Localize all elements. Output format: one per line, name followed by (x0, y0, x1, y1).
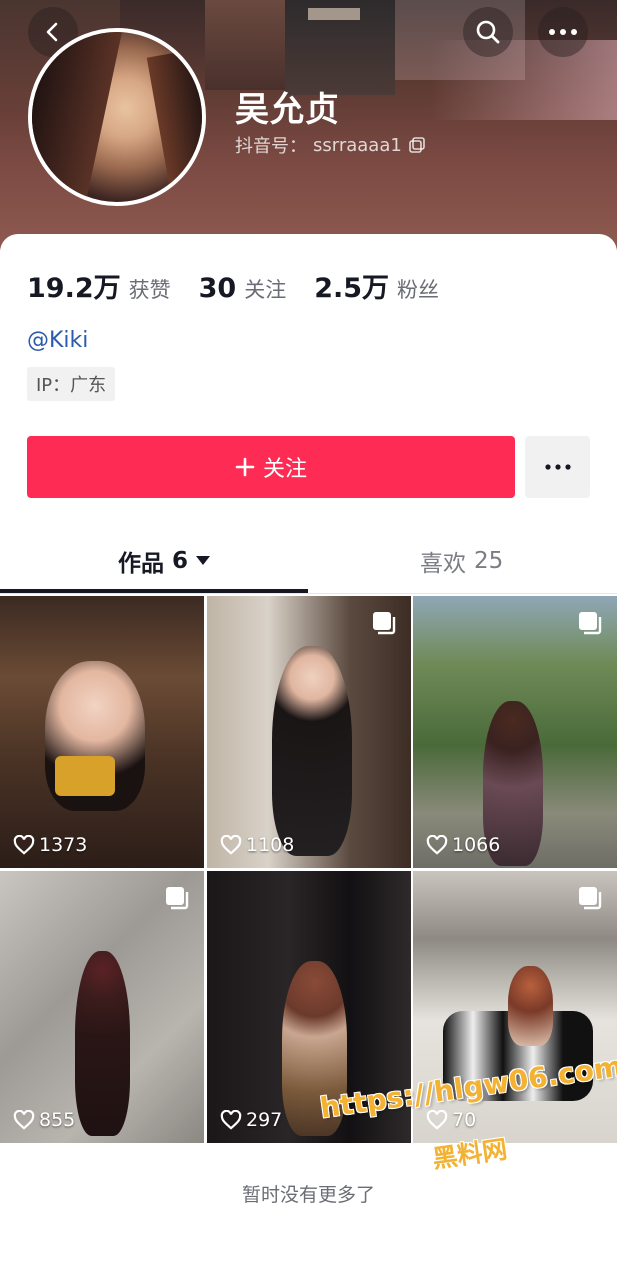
mention-link[interactable]: @Kiki (27, 328, 88, 353)
copy-icon[interactable] (408, 136, 426, 154)
like-count-value: 297 (246, 1109, 283, 1131)
multi-image-icon (166, 887, 189, 910)
more-icon (549, 29, 577, 35)
like-count: 1108 (220, 834, 294, 856)
more-actions-button[interactable] (525, 436, 590, 498)
follow-label: 关注 (262, 457, 307, 482)
like-count-value: 855 (39, 1109, 76, 1131)
like-count: 855 (13, 1109, 75, 1131)
more-options-button[interactable] (538, 7, 588, 57)
tab-works[interactable]: 作品 6 (118, 544, 211, 578)
no-more-content-text: 暂时没有更多了 (241, 1184, 375, 1206)
avatar[interactable] (28, 28, 206, 206)
more-icon (544, 464, 571, 470)
profile-name: 吴允贞 (235, 90, 340, 130)
heart-icon (220, 835, 242, 855)
like-count-value: 1373 (39, 834, 88, 856)
stat-following-count[interactable]: 30 (199, 273, 237, 304)
tab-likes[interactable]: 喜欢 25 (420, 544, 503, 578)
douyin-id[interactable]: 抖音号： ssrraaaa1 (235, 132, 426, 158)
like-count: 70 (426, 1109, 476, 1131)
like-count-value: 70 (452, 1109, 477, 1131)
douyin-id-label: 抖音号： (235, 136, 307, 157)
heart-icon (13, 835, 35, 855)
follow-button[interactable]: 关注 (27, 436, 515, 498)
like-count-value: 1108 (246, 834, 295, 856)
heart-icon (426, 835, 448, 855)
like-count: 1066 (426, 834, 500, 856)
tab-works-count: 6 (172, 548, 189, 574)
tab-likes-label: 喜欢 (420, 551, 466, 577)
douyin-id-value: ssrraaaa1 (313, 134, 402, 156)
video-thumbnail[interactable]: 1108 (207, 596, 411, 868)
like-count-value: 1066 (452, 834, 501, 856)
stat-followers-label[interactable]: 粉丝 (397, 274, 439, 304)
tab-works-label: 作品 (118, 551, 164, 577)
tab-likes-count: 25 (474, 548, 504, 574)
like-count: 297 (220, 1109, 282, 1131)
content-tabs: 作品 6 喜欢 25 (0, 530, 617, 594)
triangle-down-icon (196, 556, 211, 565)
plus-icon (235, 457, 255, 477)
multi-image-icon (373, 612, 396, 635)
search-button[interactable] (463, 7, 513, 57)
stat-likes-count: 19.2万 (27, 273, 121, 304)
heart-icon (426, 1110, 448, 1130)
heart-icon (220, 1110, 242, 1130)
search-icon (476, 20, 500, 44)
multi-image-icon (579, 612, 602, 635)
stats-row: 19.2万 获赞 30 关注 2.5万 粉丝 (27, 266, 467, 305)
multi-image-icon (579, 887, 602, 910)
divider (0, 593, 617, 594)
heart-icon (13, 1110, 35, 1130)
like-count: 1373 (13, 834, 87, 856)
stat-following-label[interactable]: 关注 (244, 274, 286, 304)
ip-badge: IP：广东 (27, 367, 116, 401)
video-thumbnail[interactable]: 1373 (0, 596, 204, 868)
video-thumbnail[interactable]: 1066 (413, 596, 617, 868)
stat-likes-label: 获赞 (128, 278, 171, 302)
video-thumbnail[interactable]: 855 (0, 871, 204, 1143)
stat-followers-count[interactable]: 2.5万 (314, 266, 389, 305)
